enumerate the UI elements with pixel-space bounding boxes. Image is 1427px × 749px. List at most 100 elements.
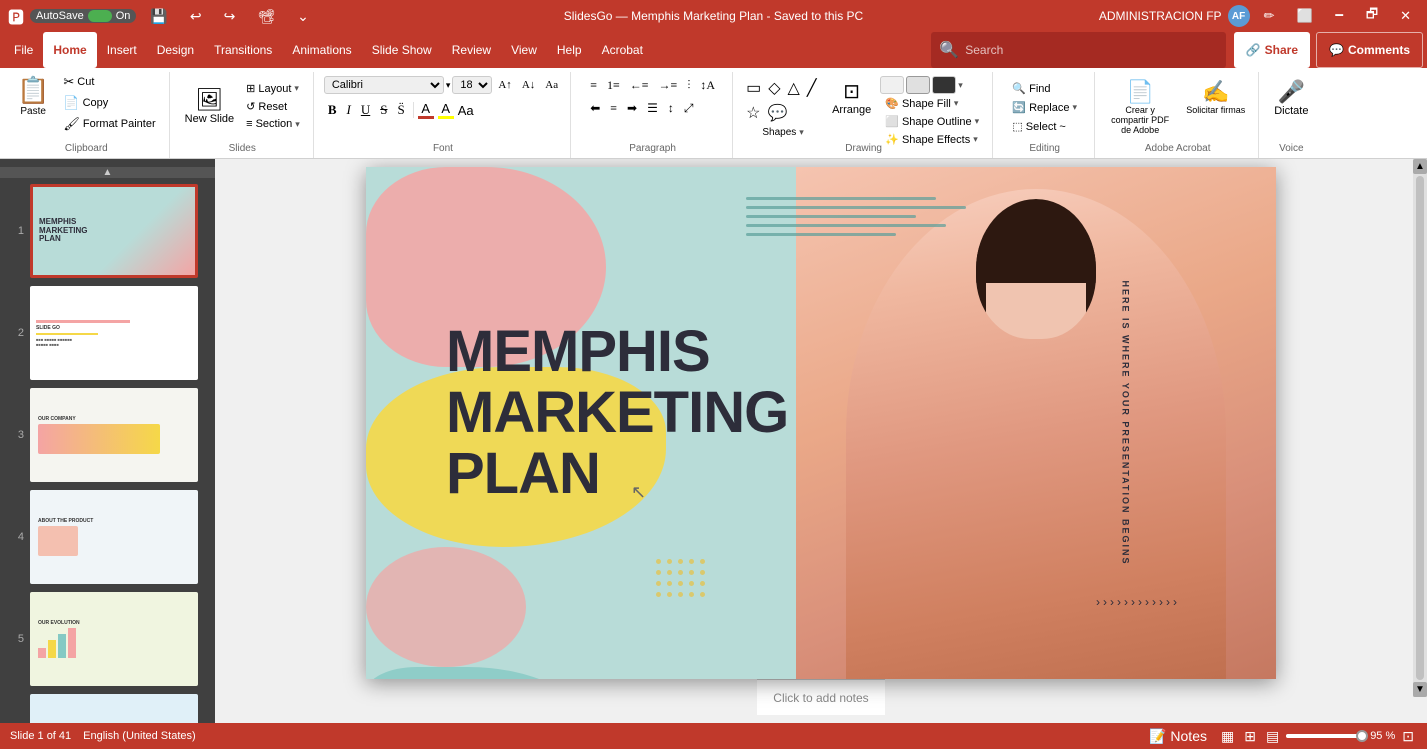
text-size-button[interactable]: Aa <box>458 103 474 118</box>
display-button[interactable]: ⬜ <box>1288 6 1320 26</box>
qstyle-1[interactable] <box>880 76 904 94</box>
menu-acrobat[interactable]: Acrobat <box>592 32 653 68</box>
font-color-button[interactable]: A <box>418 101 434 119</box>
maximize-button[interactable]: 🗗 <box>1358 3 1386 29</box>
shape-effects-button[interactable]: ✨ Shape Effects ▾ <box>880 131 984 148</box>
scroll-up-button[interactable]: ▲ <box>0 167 215 178</box>
paste-button[interactable]: 📋 Paste <box>12 72 54 120</box>
slide-thumb-6[interactable]: 6 <box>0 692 215 723</box>
menu-view[interactable]: View <box>501 32 547 68</box>
font-face-select[interactable]: Calibri <box>324 76 444 94</box>
numbering-button[interactable]: 1≡ <box>603 76 624 95</box>
slide-thumb-2[interactable]: 2 SLIDE GO ■■■ ■■■■■ ■■■■■■ ■■■■■ ■■■■ <box>0 284 215 382</box>
close-button[interactable]: ✕ <box>1392 6 1419 26</box>
align-right-button[interactable]: ➡ <box>623 99 641 118</box>
menu-file[interactable]: File <box>4 32 43 68</box>
arrange-button[interactable]: ⊡ Arrange <box>827 76 876 119</box>
font-decrease-button[interactable]: A↓ <box>518 77 539 93</box>
columns-button[interactable]: ⫶ <box>683 76 694 95</box>
shape-outline-button[interactable]: ⬜ Shape Outline ▾ <box>880 113 984 130</box>
cut-button[interactable]: ✂ Cut <box>58 72 160 92</box>
slide-title-area[interactable]: MEMPHIS MARKETING PLAN <box>446 322 788 505</box>
notes-toggle-button[interactable]: 📝 Notes <box>1146 727 1210 746</box>
shape-fill-button[interactable]: 🎨 Shape Fill ▾ <box>880 95 984 112</box>
qstyle-arrow[interactable]: ▾ <box>958 80 963 91</box>
slide-thumb-4[interactable]: 4 ABOUT THE PRODUCT <box>0 488 215 586</box>
redo-button[interactable]: ↪ <box>216 6 244 27</box>
slide-thumb-5[interactable]: 5 OUR EVOLUTION <box>0 590 215 688</box>
fit-slide-button[interactable]: ⊡ <box>1399 727 1417 746</box>
slide-thumb-1[interactable]: 1 MEMPHISMARKETINGPLAN <box>0 182 215 280</box>
scroll-down-arrow[interactable]: ▼ <box>1413 682 1427 697</box>
slide-thumb-3[interactable]: 3 OUR COMPANY <box>0 386 215 484</box>
zoom-thumb[interactable] <box>1356 730 1368 742</box>
replace-button[interactable]: 🔄 Replace ▾ <box>1007 99 1082 116</box>
dictate-button[interactable]: 🎤 Dictate <box>1269 76 1313 120</box>
layout-button[interactable]: ⊞ Layout ▾ <box>241 80 305 97</box>
font-increase-button[interactable]: A↑ <box>494 77 515 93</box>
justify-button[interactable]: ☰ <box>643 99 662 118</box>
qstyle-3[interactable] <box>932 76 956 94</box>
shape-rect[interactable]: ▭ <box>743 76 764 100</box>
underline-button[interactable]: U <box>357 100 374 120</box>
minimize-button[interactable]: 🗕 <box>1327 3 1352 29</box>
select-button[interactable]: ⬚ Select ~ <box>1007 118 1082 135</box>
pen-button[interactable]: ✏ <box>1256 6 1283 26</box>
reading-view-button[interactable]: ▤ <box>1263 727 1282 746</box>
create-pdf-button[interactable]: 📄 Crear y compartir PDF de Adobe <box>1105 76 1175 138</box>
slide-sorter-button[interactable]: ⊞ <box>1241 727 1259 746</box>
italic-button[interactable]: I <box>343 100 355 120</box>
menu-transitions[interactable]: Transitions <box>204 32 282 68</box>
solicitar-button[interactable]: ✍ Solicitar firmas <box>1181 76 1250 118</box>
qstyle-2[interactable] <box>906 76 930 94</box>
slide-canvas[interactable]: MEMPHIS MARKETING PLAN <box>366 167 1276 679</box>
zoom-slider[interactable] <box>1286 734 1366 738</box>
text-direction-button[interactable]: ↕A <box>696 76 719 95</box>
bullets-button[interactable]: ≡ <box>586 76 601 95</box>
search-input[interactable] <box>965 43 1217 57</box>
format-painter-button[interactable]: 🖌 Format Painter <box>58 114 160 134</box>
decrease-indent-button[interactable]: ←≡ <box>626 76 653 95</box>
font-size-select[interactable]: 18 <box>452 76 492 94</box>
normal-view-button[interactable]: ▦ <box>1218 727 1237 746</box>
clear-format-button[interactable]: Aa <box>541 77 562 93</box>
autosave-toggle[interactable] <box>88 10 112 22</box>
menu-insert[interactable]: Insert <box>97 32 147 68</box>
notes-bar[interactable]: Click to add notes <box>757 679 884 715</box>
line-spacing-button[interactable]: ↕ <box>664 99 678 118</box>
shape-line[interactable]: ╱ <box>804 76 820 100</box>
menu-home[interactable]: Home <box>43 32 96 68</box>
align-left-button[interactable]: ⬅ <box>586 99 604 118</box>
shapes-dropdown[interactable]: Shapes ▾ <box>757 125 808 140</box>
vertical-scrollbar[interactable]: ▲ ▼ <box>1413 159 1427 697</box>
reset-button[interactable]: ↺ Reset <box>241 98 305 115</box>
presentation-button[interactable]: 📽 <box>249 6 283 27</box>
find-button[interactable]: 🔍 Find <box>1007 80 1082 97</box>
section-button[interactable]: ≡ Section ▾ <box>241 116 305 132</box>
share-button[interactable]: 🔗 Share <box>1234 32 1310 68</box>
increase-indent-button[interactable]: →≡ <box>655 76 682 95</box>
shape-triangle[interactable]: △ <box>785 76 803 100</box>
menu-review[interactable]: Review <box>442 32 501 68</box>
scroll-thumb-v[interactable] <box>1416 176 1424 680</box>
customize-button[interactable]: ⌄ <box>289 6 317 27</box>
menu-help[interactable]: Help <box>547 32 592 68</box>
undo-button[interactable]: ↩ <box>182 6 210 27</box>
shape-star[interactable]: ☆ <box>743 101 763 125</box>
menu-animations[interactable]: Animations <box>282 32 361 68</box>
menu-slideshow[interactable]: Slide Show <box>362 32 442 68</box>
comments-button[interactable]: 💬 Comments <box>1316 32 1423 68</box>
align-center-button[interactable]: ≡ <box>606 99 621 118</box>
save-button[interactable]: 💾 <box>142 6 175 27</box>
strikethrough-button[interactable]: S <box>376 100 391 120</box>
shape-diamond[interactable]: ◇ <box>765 76 783 100</box>
scroll-up-arrow[interactable]: ▲ <box>1413 159 1427 174</box>
menu-design[interactable]: Design <box>147 32 204 68</box>
copy-button[interactable]: 📄 Copy <box>58 93 160 113</box>
bold-button[interactable]: B <box>324 100 341 120</box>
highlight-color-button[interactable]: A <box>438 101 454 119</box>
shape-callout[interactable]: 💬 <box>764 101 790 125</box>
new-slide-button[interactable]: 🖼 New Slide <box>180 84 240 128</box>
shadow-button[interactable]: S̈ <box>393 100 408 120</box>
convert-smart-art[interactable]: ⤢ <box>680 99 698 118</box>
